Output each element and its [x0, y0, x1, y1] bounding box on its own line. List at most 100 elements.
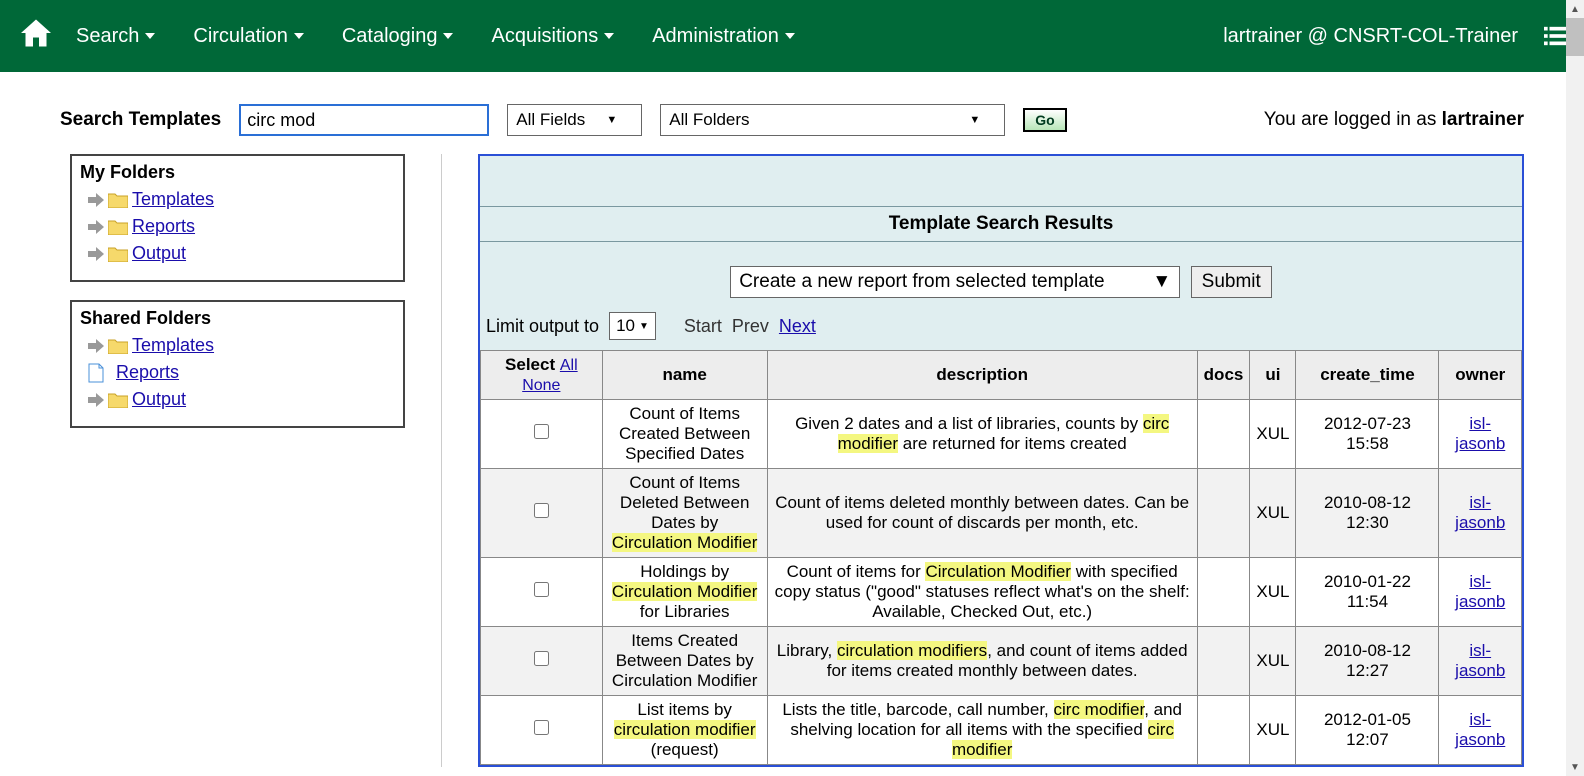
- my-folders-title: My Folders: [80, 162, 395, 183]
- cell-description: Given 2 dates and a list of libraries, c…: [767, 400, 1197, 469]
- user-info[interactable]: lartrainer @ CNSRT-COL-Trainer: [1223, 25, 1518, 48]
- nav-cataloging[interactable]: Cataloging: [342, 25, 454, 48]
- shared-folders-box: Shared Folders Templates Reports Output: [70, 300, 405, 428]
- list-icon[interactable]: [1544, 26, 1566, 46]
- cell-ui: XUL: [1250, 469, 1296, 558]
- pager-start[interactable]: Start: [684, 316, 722, 337]
- cell-name: Count of Items Created Between Specified…: [602, 400, 767, 469]
- col-ui: ui: [1250, 351, 1296, 400]
- row-checkbox[interactable]: [534, 651, 549, 666]
- vertical-scrollbar[interactable]: ▲ ▼: [1566, 0, 1584, 776]
- pager-next[interactable]: Next: [779, 316, 816, 337]
- cell-create-time: 2010-01-22 11:54: [1296, 558, 1439, 627]
- cell-name: List items by circulation modifier (requ…: [602, 696, 767, 765]
- arrow-icon: [88, 339, 104, 353]
- owner-link[interactable]: isl-jasonb: [1455, 493, 1505, 532]
- folder-filter-select[interactable]: All Folders▼: [660, 104, 1005, 136]
- table-row: Holdings by Circulation Modifier for Lib…: [481, 558, 1522, 627]
- cell-create-time: 2012-01-05 12:07: [1296, 696, 1439, 765]
- scroll-down-icon[interactable]: ▼: [1566, 758, 1584, 776]
- chevron-down-icon: [604, 33, 614, 39]
- shared-folder-templates[interactable]: Templates: [88, 335, 395, 356]
- cell-ui: XUL: [1250, 627, 1296, 696]
- scroll-thumb[interactable]: [1566, 18, 1584, 56]
- page-icon: [88, 363, 104, 383]
- col-description: description: [767, 351, 1197, 400]
- row-checkbox[interactable]: [534, 582, 549, 597]
- col-owner: owner: [1439, 351, 1522, 400]
- folder-icon: [108, 338, 128, 354]
- table-row: Items Created Between Dates by Circulati…: [481, 627, 1522, 696]
- cell-name: Holdings by Circulation Modifier for Lib…: [602, 558, 767, 627]
- my-folders-box: My Folders Templates Reports Output: [70, 154, 405, 282]
- field-filter-select[interactable]: All Fields▼: [507, 104, 642, 136]
- submit-button[interactable]: Submit: [1191, 266, 1272, 298]
- results-panel: Template Search Results Create a new rep…: [478, 154, 1524, 767]
- login-status: You are logged in as lartrainer: [1264, 109, 1524, 131]
- chevron-down-icon: [785, 33, 795, 39]
- cell-docs: [1197, 400, 1250, 469]
- table-row: List items by circulation modifier (requ…: [481, 696, 1522, 765]
- owner-link[interactable]: isl-jasonb: [1455, 641, 1505, 680]
- folder-icon: [108, 192, 128, 208]
- owner-link[interactable]: isl-jasonb: [1455, 710, 1505, 749]
- arrow-icon: [88, 247, 104, 261]
- cell-ui: XUL: [1250, 696, 1296, 765]
- action-select[interactable]: Create a new report from selected templa…: [730, 266, 1180, 298]
- select-all[interactable]: All: [560, 357, 578, 374]
- my-folder-reports[interactable]: Reports: [88, 216, 395, 237]
- row-checkbox[interactable]: [534, 424, 549, 439]
- chevron-down-icon: [443, 33, 453, 39]
- owner-link[interactable]: isl-jasonb: [1455, 414, 1505, 453]
- col-name: name: [602, 351, 767, 400]
- folder-icon: [108, 219, 128, 235]
- search-bar: Search Templates All Fields▼ All Folders…: [0, 72, 1584, 154]
- my-folder-templates[interactable]: Templates: [88, 189, 395, 210]
- my-folder-output[interactable]: Output: [88, 243, 395, 264]
- vertical-divider: [441, 154, 442, 767]
- cell-ui: XUL: [1250, 400, 1296, 469]
- pager-prev[interactable]: Prev: [732, 316, 769, 337]
- home-icon[interactable]: [18, 15, 54, 58]
- limit-label: Limit output to: [486, 316, 599, 337]
- cell-description: Count of items deleted monthly between d…: [767, 469, 1197, 558]
- col-create-time: create_time: [1296, 351, 1439, 400]
- nav-search[interactable]: Search: [76, 25, 155, 48]
- cell-docs: [1197, 469, 1250, 558]
- owner-link[interactable]: isl-jasonb: [1455, 572, 1505, 611]
- sidebar: My Folders Templates Reports Output: [70, 154, 405, 767]
- cell-description: Lists the title, barcode, call number, c…: [767, 696, 1197, 765]
- col-docs: docs: [1197, 351, 1250, 400]
- shared-folder-reports[interactable]: Reports: [88, 362, 395, 383]
- scroll-up-icon[interactable]: ▲: [1566, 0, 1584, 18]
- limit-select[interactable]: 10 ▼: [609, 312, 656, 340]
- table-row: Count of Items Created Between Specified…: [481, 400, 1522, 469]
- results-table: Select All None name description docs ui…: [480, 350, 1522, 765]
- nav-acquisitions[interactable]: Acquisitions: [491, 25, 614, 48]
- arrow-icon: [88, 220, 104, 234]
- chevron-down-icon: [294, 33, 304, 39]
- row-checkbox[interactable]: [534, 503, 549, 518]
- cell-create-time: 2010-08-12 12:30: [1296, 469, 1439, 558]
- row-checkbox[interactable]: [534, 720, 549, 735]
- nav-circulation[interactable]: Circulation: [193, 25, 303, 48]
- select-none[interactable]: None: [522, 377, 560, 394]
- cell-name: Items Created Between Dates by Circulati…: [602, 627, 767, 696]
- nav-administration[interactable]: Administration: [652, 25, 795, 48]
- search-label: Search Templates: [60, 109, 221, 131]
- cell-docs: [1197, 696, 1250, 765]
- cell-docs: [1197, 627, 1250, 696]
- cell-docs: [1197, 558, 1250, 627]
- shared-folders-title: Shared Folders: [80, 308, 395, 329]
- arrow-icon: [88, 393, 104, 407]
- shared-folder-output[interactable]: Output: [88, 389, 395, 410]
- cell-name: Count of Items Deleted Between Dates by …: [602, 469, 767, 558]
- col-select: Select All None: [481, 351, 603, 400]
- cell-description: Library, circulation modifiers, and coun…: [767, 627, 1197, 696]
- arrow-icon: [88, 193, 104, 207]
- cell-ui: XUL: [1250, 558, 1296, 627]
- folder-icon: [108, 392, 128, 408]
- go-button[interactable]: Go: [1023, 108, 1066, 132]
- cell-create-time: 2012-07-23 15:58: [1296, 400, 1439, 469]
- search-input[interactable]: [239, 104, 489, 136]
